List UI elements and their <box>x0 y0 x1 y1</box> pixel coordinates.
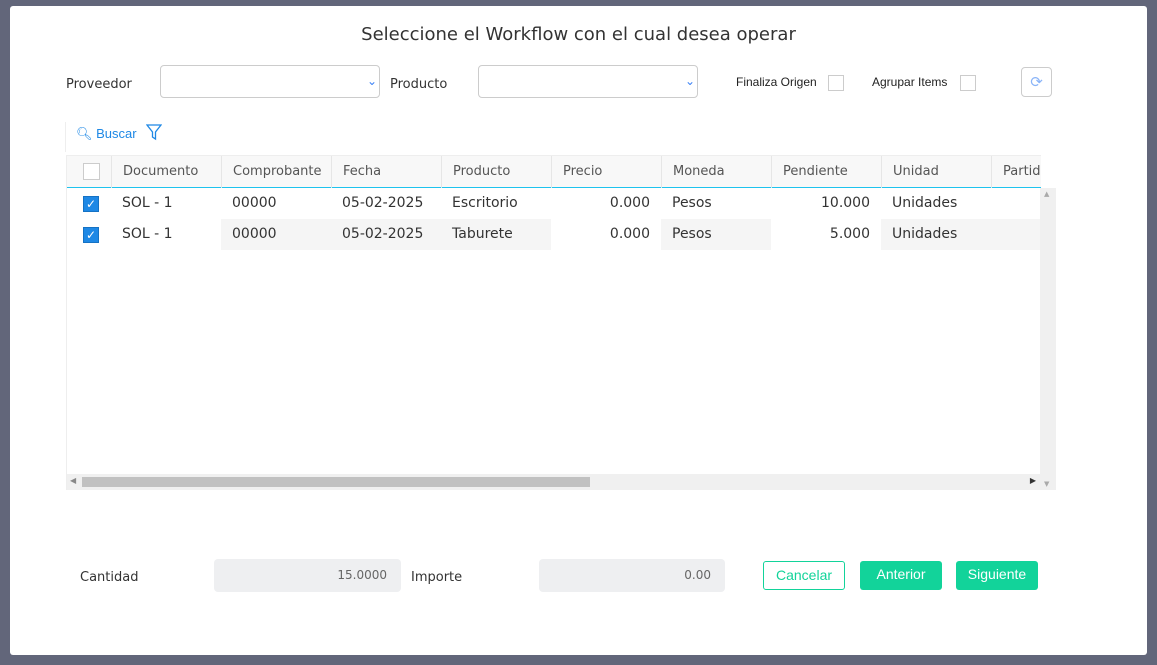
column-header[interactable]: Precio <box>551 156 661 188</box>
proveedor-label: Proveedor <box>66 77 132 92</box>
cell-documento: SOL - 1 <box>122 195 173 211</box>
cell-pendiente: 10.000 <box>821 195 870 211</box>
cell-unidad: Unidades <box>881 219 1041 250</box>
cell-unidad: Unidades <box>892 195 958 211</box>
table-row[interactable]: ✓ SOL - 1 00000 05-02-2025 Taburete 0.00… <box>67 219 1041 250</box>
column-header[interactable]: Partid <box>991 156 1041 188</box>
column-header[interactable]: Pendiente <box>771 156 881 188</box>
next-button[interactable]: Siguiente <box>956 561 1038 590</box>
horizontal-scrollbar[interactable]: ◀ ▶ <box>67 474 1040 490</box>
workflow-dialog: Seleccione el Workflow con el cual desea… <box>10 6 1147 655</box>
finaliza-origen-label: Finaliza Origen <box>736 75 817 89</box>
finaliza-origen-checkbox[interactable] <box>828 75 844 91</box>
cell-pendiente: 5.000 <box>829 226 870 242</box>
cantidad-field: 15.0000 <box>214 559 401 592</box>
cell-precio: 0.000 <box>609 195 650 211</box>
cell-comprobante: 00000 <box>221 219 331 250</box>
table-row[interactable]: ✓ SOL - 1 00000 05-02-2025 Escritorio 0.… <box>67 188 1041 219</box>
workflow-grid: Documento Comprobante Fecha Producto Pre… <box>66 155 1056 490</box>
producto-label: Producto <box>390 77 448 92</box>
row-checkbox[interactable]: ✓ <box>83 227 99 243</box>
dialog-title: Seleccione el Workflow con el cual desea… <box>361 24 796 45</box>
importe-field: 0.00 <box>539 559 725 592</box>
cancel-button[interactable]: Cancelar <box>763 561 845 590</box>
row-checkbox[interactable]: ✓ <box>83 196 99 212</box>
importe-label: Importe <box>411 570 463 585</box>
previous-button[interactable]: Anterior <box>860 561 942 590</box>
chevron-down-icon: ⌄ <box>684 74 695 88</box>
proveedor-select[interactable]: ⌄ <box>160 65 380 98</box>
column-header[interactable]: Moneda <box>661 156 771 188</box>
cell-fecha: 05-02-2025 <box>331 219 441 250</box>
refresh-button[interactable]: ⟳ <box>1021 67 1052 97</box>
grid-header: Documento Comprobante Fecha Producto Pre… <box>67 155 1041 188</box>
vertical-scrollbar[interactable]: ▲ ▼ <box>1040 188 1056 490</box>
column-header[interactable]: Comprobante <box>221 156 331 188</box>
column-header[interactable]: Fecha <box>331 156 441 188</box>
chevron-down-icon: ⌄ <box>366 74 377 88</box>
cell-producto: Escritorio <box>452 195 518 211</box>
cell-comprobante: 00000 <box>232 195 277 211</box>
refresh-icon: ⟳ <box>1030 73 1043 91</box>
cell-fecha: 05-02-2025 <box>342 195 424 211</box>
cell-precio: 0.000 <box>609 226 650 242</box>
search-icon: 🔍︎ <box>76 126 93 141</box>
producto-select[interactable]: ⌄ <box>478 65 698 98</box>
select-all-checkbox[interactable] <box>83 163 100 180</box>
scrollbar-thumb[interactable] <box>82 477 590 487</box>
column-header[interactable]: Unidad <box>881 156 991 188</box>
cell-moneda: Pesos <box>672 195 712 211</box>
cell-producto: Taburete <box>441 219 551 250</box>
cell-documento: SOL - 1 <box>122 226 173 242</box>
search-button[interactable]: 🔍︎ Buscar <box>76 126 137 142</box>
agrupar-items-label: Agrupar Items <box>872 75 948 89</box>
filter-icon[interactable] <box>145 124 163 145</box>
column-header[interactable]: Documento <box>111 156 221 188</box>
cantidad-label: Cantidad <box>80 570 139 585</box>
agrupar-items-checkbox[interactable] <box>960 75 976 91</box>
column-header[interactable]: Producto <box>441 156 551 188</box>
cell-moneda: Pesos <box>661 219 771 250</box>
